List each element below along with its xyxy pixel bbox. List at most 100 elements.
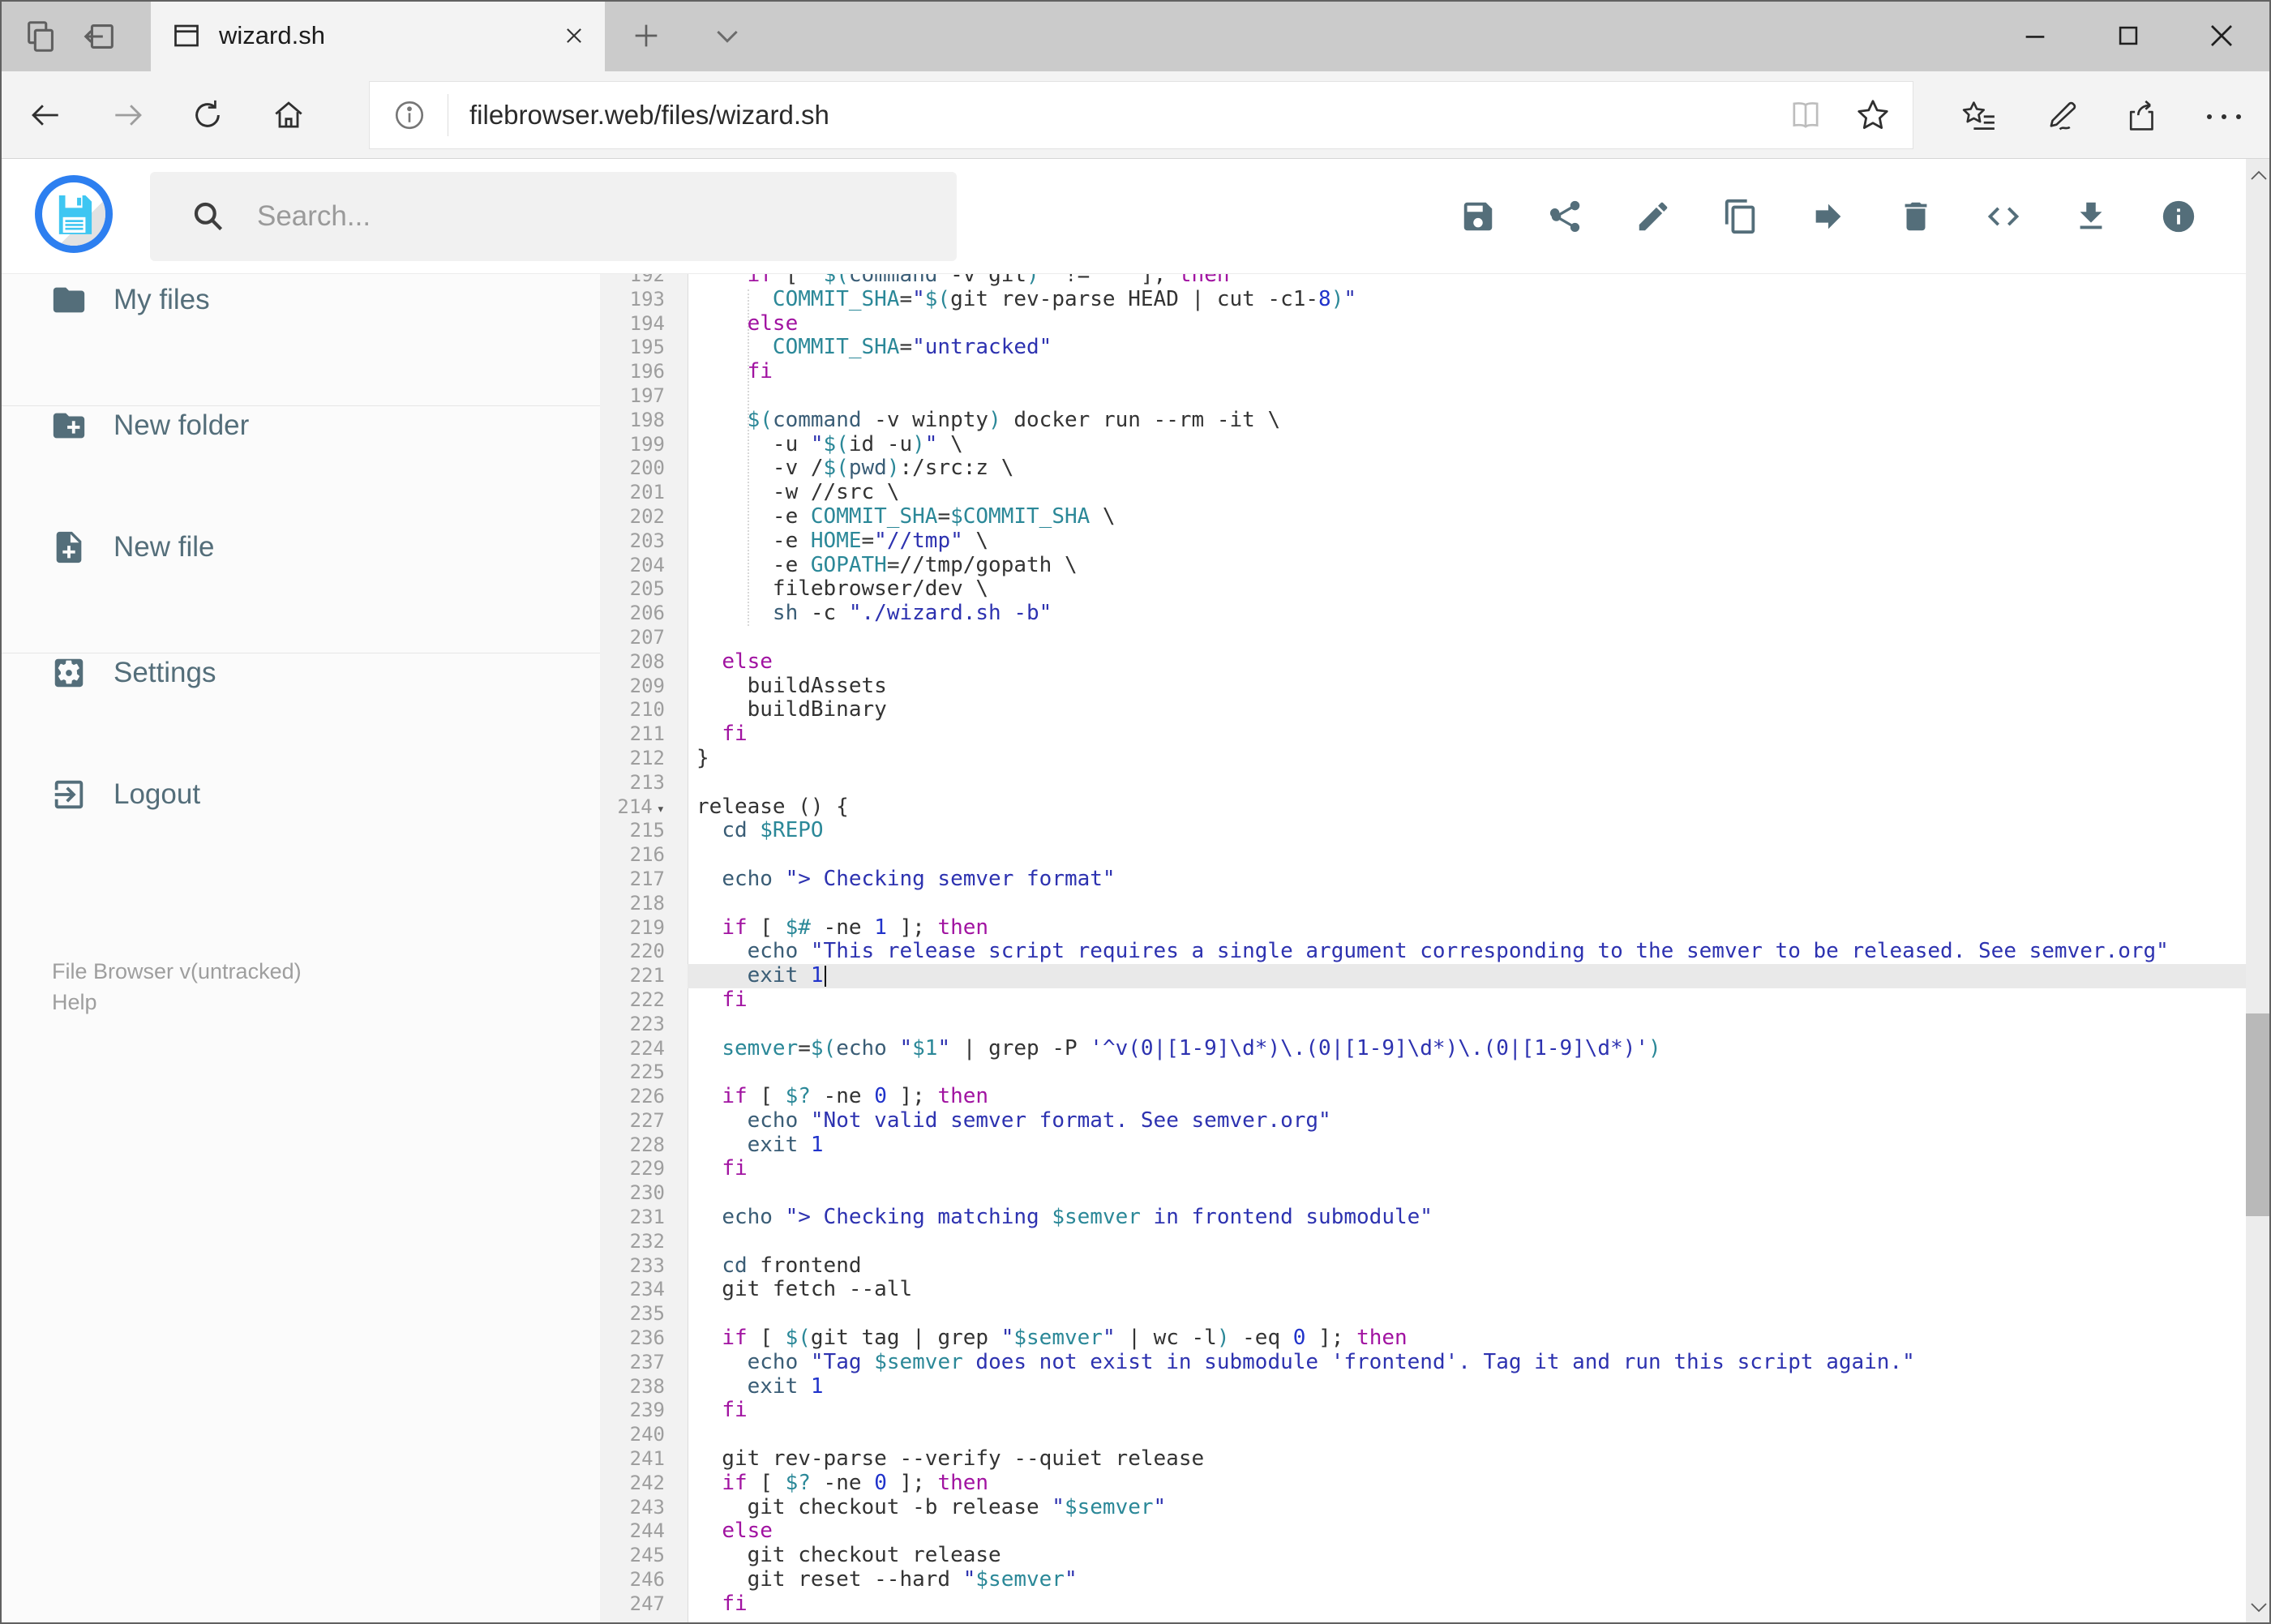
code-line[interactable]: 199 -u "$(id -u)" \	[600, 432, 2246, 457]
minimize-button[interactable]	[1995, 0, 2076, 71]
code-line[interactable]: 246 git reset --hard "$semver"	[600, 1567, 2246, 1592]
home-icon[interactable]	[271, 97, 306, 133]
code-line[interactable]: 194 else	[600, 311, 2246, 336]
url-bar[interactable]: filebrowser.web/files/wizard.sh	[369, 81, 1913, 149]
save-button[interactable]	[1459, 198, 1497, 235]
share-icon[interactable]	[2124, 97, 2162, 135]
code-line[interactable]: 215 cd $REPO	[600, 818, 2246, 843]
scroll-down-icon[interactable]	[2246, 1592, 2271, 1624]
page-scrollbar[interactable]	[2246, 159, 2271, 1624]
download-button[interactable]	[2072, 198, 2110, 235]
code-line[interactable]: 229 fi	[600, 1157, 2246, 1181]
code-line[interactable]: 237 echo "Tag $semver does not exist in …	[600, 1350, 2246, 1375]
code-line[interactable]: 216	[600, 843, 2246, 868]
back-icon[interactable]	[28, 97, 63, 133]
raw-code-button[interactable]	[1985, 198, 2022, 235]
code-line[interactable]: 200 -v /$(pwd):/src:z \	[600, 456, 2246, 481]
scrollbar-thumb[interactable]	[2246, 1013, 2271, 1216]
help-link[interactable]: Help	[52, 986, 97, 1018]
code-line[interactable]: 213	[600, 771, 2246, 795]
code-line[interactable]: 198 $(command -v winpty) docker run --rm…	[600, 408, 2246, 433]
code-line[interactable]: 242 if [ $? -ne 0 ]; then	[600, 1471, 2246, 1496]
code-line[interactable]: 209 buildAssets	[600, 674, 2246, 699]
sidebar-item-new-folder[interactable]: New folder	[0, 381, 600, 470]
scroll-up-icon[interactable]	[2246, 159, 2271, 191]
code-line[interactable]: 220 echo "This release script requires a…	[600, 939, 2246, 964]
share-button[interactable]	[1547, 198, 1584, 235]
code-line[interactable]: 223	[600, 1013, 2246, 1037]
code-editor[interactable]: 192 if [ "$(command -v git)" != "" ]; th…	[600, 274, 2246, 1624]
code-line[interactable]: 207	[600, 626, 2246, 650]
tab-close-icon[interactable]	[563, 24, 585, 47]
sidebar-item-my-files[interactable]: My files	[0, 255, 600, 345]
code-line[interactable]: 236 if [ $(git tag | grep "$semver" | wc…	[600, 1326, 2246, 1351]
code-line[interactable]: 203 -e HOME="//tmp" \	[600, 529, 2246, 554]
sidebar-item-logout[interactable]: Logout	[0, 750, 600, 839]
close-button[interactable]	[2181, 0, 2262, 71]
code-line[interactable]: 196 fi	[600, 359, 2246, 384]
code-line[interactable]: 241 git rev-parse --verify --quiet relea…	[600, 1446, 2246, 1472]
code-line[interactable]: 212}	[600, 746, 2246, 771]
code-line[interactable]: 219 if [ $# -ne 1 ]; then	[600, 915, 2246, 941]
code-line[interactable]: 234 git fetch --all	[600, 1278, 2246, 1302]
code-line[interactable]: 218	[600, 892, 2246, 916]
sidebar-item-new-file[interactable]: New file	[0, 503, 600, 592]
code-line[interactable]: 214 ▾ release () {	[600, 795, 2246, 820]
maximize-button[interactable]	[2088, 0, 2169, 71]
code-line[interactable]: 197	[600, 384, 2246, 409]
code-line[interactable]: 201 -w //src \	[600, 480, 2246, 505]
code-line[interactable]: 240	[600, 1423, 2246, 1447]
new-tab-button[interactable]	[610, 0, 683, 71]
search-input[interactable]: Search...	[150, 172, 957, 261]
refresh-icon[interactable]	[190, 97, 225, 133]
rename-button[interactable]	[1635, 198, 1672, 235]
code-line[interactable]: 211 fi	[600, 722, 2246, 747]
sidebar-item-settings[interactable]: Settings	[0, 628, 600, 718]
filebrowser-logo[interactable]	[35, 175, 113, 253]
copy-button[interactable]	[1722, 198, 1759, 235]
more-options-icon[interactable]	[2202, 107, 2246, 126]
code-line[interactable]: 225	[600, 1061, 2246, 1085]
code-line[interactable]: 228 exit 1	[600, 1133, 2246, 1158]
tab-preview-icon[interactable]	[23, 18, 60, 55]
tab-list-chevron-icon[interactable]	[691, 0, 764, 71]
reading-view-icon[interactable]	[1788, 97, 1823, 133]
code-line[interactable]: 217 echo "> Checking semver format"	[600, 867, 2246, 892]
code-line[interactable]: 210 buildBinary	[600, 697, 2246, 722]
code-line[interactable]: 206 sh -c "./wizard.sh -b"	[600, 601, 2246, 626]
ink-pen-icon[interactable]	[2043, 97, 2080, 135]
code-line[interactable]: 204 -e GOPATH=//tmp/gopath \	[600, 553, 2246, 578]
code-line[interactable]: 231 echo "> Checking matching $semver in…	[600, 1205, 2246, 1230]
code-line[interactable]: 193 COMMIT_SHA="$(git rev-parse HEAD | c…	[600, 287, 2246, 312]
fold-arrow-icon[interactable]: ▾	[657, 801, 665, 817]
code-line[interactable]: 243 git checkout -b release "$semver"	[600, 1495, 2246, 1520]
info-button[interactable]	[2160, 198, 2197, 235]
set-tabs-aside-icon[interactable]	[81, 18, 118, 55]
code-line[interactable]: 245 git checkout release	[600, 1543, 2246, 1568]
tab-wizard-sh[interactable]: wizard.sh	[151, 0, 605, 71]
code-line[interactable]: 192 if [ "$(command -v git)" != "" ]; th…	[600, 274, 2246, 288]
delete-button[interactable]	[1897, 198, 1935, 235]
code-line[interactable]: 195 COMMIT_SHA="untracked"	[600, 335, 2246, 360]
code-line[interactable]: 205 filebrowser/dev \	[600, 576, 2246, 602]
url-text[interactable]: filebrowser.web/files/wizard.sh	[469, 100, 1788, 131]
code-line[interactable]: 235	[600, 1302, 2246, 1326]
code-line[interactable]: 232	[600, 1230, 2246, 1254]
favorite-star-icon[interactable]	[1854, 96, 1892, 134]
favorites-hub-icon[interactable]	[1960, 97, 1998, 135]
code-line[interactable]: 208 else	[600, 649, 2246, 675]
code-line[interactable]: 238 exit 1	[600, 1374, 2246, 1399]
code-line[interactable]: 239 fi	[600, 1399, 2246, 1423]
forward-icon[interactable]	[110, 97, 146, 133]
site-info-icon[interactable]	[392, 98, 426, 132]
code-line[interactable]: 222 fi	[600, 988, 2246, 1013]
code-line[interactable]: 244 else	[600, 1519, 2246, 1544]
code-line[interactable]: 221 exit 1	[600, 963, 2246, 988]
code-line[interactable]: 247 fi	[600, 1592, 2246, 1617]
code-line[interactable]: 226 if [ $? -ne 0 ]; then	[600, 1084, 2246, 1109]
code-line[interactable]: 202 -e COMMIT_SHA=$COMMIT_SHA \	[600, 504, 2246, 529]
code-line[interactable]: 224 semver=$(echo "$1" | grep -P '^v(0|[…	[600, 1036, 2246, 1061]
move-button[interactable]	[1810, 198, 1847, 235]
code-line[interactable]: 230	[600, 1181, 2246, 1206]
code-line[interactable]: 233 cd frontend	[600, 1253, 2246, 1279]
